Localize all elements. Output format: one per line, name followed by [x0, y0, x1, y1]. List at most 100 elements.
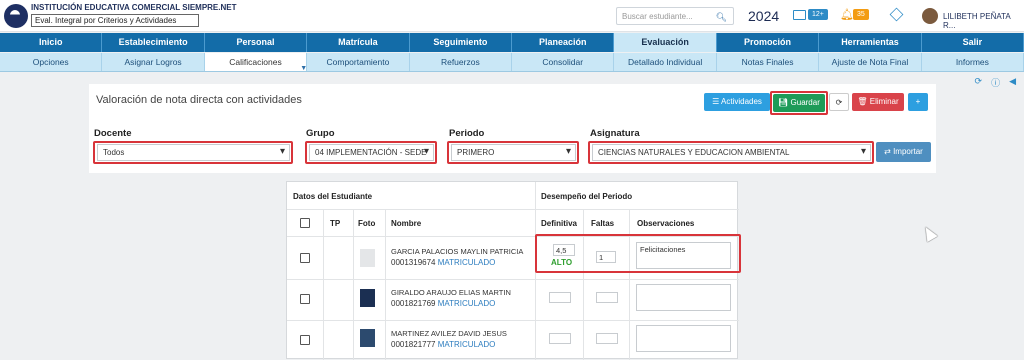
- submenu-notas-finales[interactable]: Notas Finales: [717, 53, 820, 71]
- col-observaciones: Observaciones: [637, 219, 695, 228]
- submenu-detallado-individual[interactable]: Detallado Individual: [614, 53, 717, 71]
- institution-name: INSTITUCIÓN EDUCATIVA COMERCIAL SIEMPRE.…: [31, 3, 237, 12]
- user-name[interactable]: LILIBETH PEÑATA R...: [943, 12, 1024, 30]
- divider: [583, 209, 584, 360]
- submenu-ajuste-nota-final[interactable]: Ajuste de Nota Final: [819, 53, 922, 71]
- mail-icon[interactable]: [793, 10, 806, 20]
- mouse-cursor-icon: [920, 223, 938, 243]
- importar-button[interactable]: ⇄ Importar: [876, 142, 931, 162]
- menu-inicio[interactable]: Inicio: [0, 33, 103, 52]
- submenu-refuerzos[interactable]: Refuerzos: [410, 53, 513, 71]
- menu-herramientas[interactable]: Herramientas: [819, 33, 922, 52]
- submenu-calificaciones-label: Calificaciones: [229, 57, 282, 67]
- student-code-status: 0001821769 MATRICULADO: [391, 299, 495, 308]
- eliminar-button[interactable]: 🗑︎ Eliminar: [852, 93, 904, 111]
- menu-salir[interactable]: Salir: [922, 33, 1024, 52]
- divider: [629, 209, 630, 360]
- importar-label: Importar: [893, 147, 923, 156]
- student-photo: [360, 289, 375, 307]
- caret-down-icon[interactable]: ▼: [300, 59, 307, 78]
- eliminar-label: Eliminar: [869, 97, 899, 106]
- submenu-opciones[interactable]: Opciones: [0, 53, 103, 71]
- submenu-comportamiento[interactable]: Comportamiento: [307, 53, 410, 71]
- submenu-consolidar[interactable]: Consolidar: [512, 53, 615, 71]
- row-checkbox[interactable]: [300, 253, 310, 263]
- menu-personal[interactable]: Personal: [205, 33, 308, 52]
- divider: [287, 320, 739, 321]
- bell-icon[interactable]: 🔔︎: [840, 8, 854, 21]
- search-placeholder: Buscar estudiante...: [622, 12, 693, 21]
- divider: [287, 279, 739, 280]
- student-status: MATRICULADO: [437, 340, 496, 349]
- faltas-input[interactable]: [596, 333, 618, 344]
- evaluation-mode-select[interactable]: Eval. Integral por Criterios y Actividad…: [31, 14, 199, 27]
- top-bar: INSTITUCIÓN EDUCATIVA COMERCIAL SIEMPRE.…: [0, 0, 1024, 32]
- student-photo: [360, 329, 375, 347]
- menu-planeacion[interactable]: Planeación: [512, 33, 615, 52]
- col-nombre: Nombre: [391, 219, 422, 228]
- menu-establecimiento[interactable]: Establecimiento: [102, 33, 205, 52]
- menu-promocion[interactable]: Promoción: [717, 33, 820, 52]
- mail-count-badge: 12+: [808, 9, 828, 20]
- search-icon[interactable]: 🔍︎: [716, 12, 727, 23]
- trash-icon: 🗑︎: [857, 97, 870, 106]
- col-foto: Foto: [358, 219, 376, 228]
- guardar-highlight: [770, 91, 828, 115]
- refresh-icon[interactable]: ⟳: [975, 76, 983, 89]
- year-label: 2024: [748, 8, 780, 24]
- col-definitiva: Definitiva: [541, 219, 578, 228]
- docente-label: Docente: [94, 128, 132, 139]
- submenu-calificaciones[interactable]: Calificaciones ▼: [204, 53, 308, 72]
- list-icon: ☰: [712, 97, 722, 106]
- logo-icon: [4, 4, 28, 28]
- select-all-checkbox[interactable]: [300, 218, 310, 228]
- actividades-label: Actividades: [721, 97, 762, 106]
- cube-icon[interactable]: [889, 7, 904, 22]
- grade-input[interactable]: [549, 292, 571, 303]
- first-row-highlight: [535, 234, 741, 273]
- back-icon[interactable]: ◀: [1009, 76, 1016, 89]
- student-search-input[interactable]: Buscar estudiante... 🔍︎: [616, 7, 734, 25]
- docente-highlight: [93, 141, 293, 164]
- sub-menu: Opciones Asignar Logros Calificaciones ▼ …: [0, 53, 1024, 72]
- faltas-input[interactable]: [596, 292, 618, 303]
- menu-seguimiento[interactable]: Seguimiento: [410, 33, 513, 52]
- plus-icon: +: [915, 97, 921, 106]
- refresh-button[interactable]: ⟳: [829, 93, 849, 111]
- row-checkbox[interactable]: [300, 335, 310, 345]
- divider: [287, 209, 739, 210]
- student-code: 0001821777: [391, 340, 436, 349]
- grade-input[interactable]: [549, 333, 571, 344]
- student-photo-placeholder: [360, 249, 375, 267]
- periodo-label: Periodo: [449, 128, 485, 139]
- avatar[interactable]: [922, 8, 938, 24]
- grupo-highlight: [305, 141, 437, 164]
- divider: [353, 209, 354, 360]
- submenu-informes[interactable]: Informes: [922, 53, 1024, 71]
- observations-textarea[interactable]: [636, 325, 731, 352]
- divider: [323, 209, 324, 360]
- student-code: 0001319674: [391, 258, 436, 267]
- student-code: 0001821769: [391, 299, 436, 308]
- menu-matricula[interactable]: Matrícula: [307, 33, 410, 52]
- periodo-highlight: [447, 141, 579, 164]
- performance-section-header: Desempeño del Periodo: [541, 192, 633, 201]
- info-icon[interactable]: ⓘ: [991, 76, 1000, 89]
- divider: [385, 209, 386, 360]
- submenu-asignar-logros[interactable]: Asignar Logros: [102, 53, 205, 71]
- menu-evaluacion[interactable]: Evaluación: [614, 33, 717, 52]
- refresh-icon: ⟳: [835, 98, 843, 107]
- grupo-label: Grupo: [306, 128, 335, 139]
- observations-textarea[interactable]: [636, 284, 731, 311]
- student-section-header: Datos del Estudiante: [293, 192, 373, 201]
- row-checkbox[interactable]: [300, 294, 310, 304]
- student-name: GARCIA PALACIOS MAYLIN PATRICIA: [391, 247, 524, 256]
- asignatura-highlight: [588, 141, 874, 164]
- student-status: MATRICULADO: [437, 299, 496, 308]
- add-button[interactable]: +: [908, 93, 928, 111]
- notification-count-badge: 35: [853, 9, 869, 20]
- student-name: GIRALDO ARAUJO ELIAS MARTIN: [391, 288, 511, 297]
- col-tp: TP: [330, 219, 341, 228]
- student-name: MARTINEZ AVILEZ DAVID JESUS: [391, 329, 507, 338]
- actividades-button[interactable]: ☰ Actividades: [704, 93, 770, 111]
